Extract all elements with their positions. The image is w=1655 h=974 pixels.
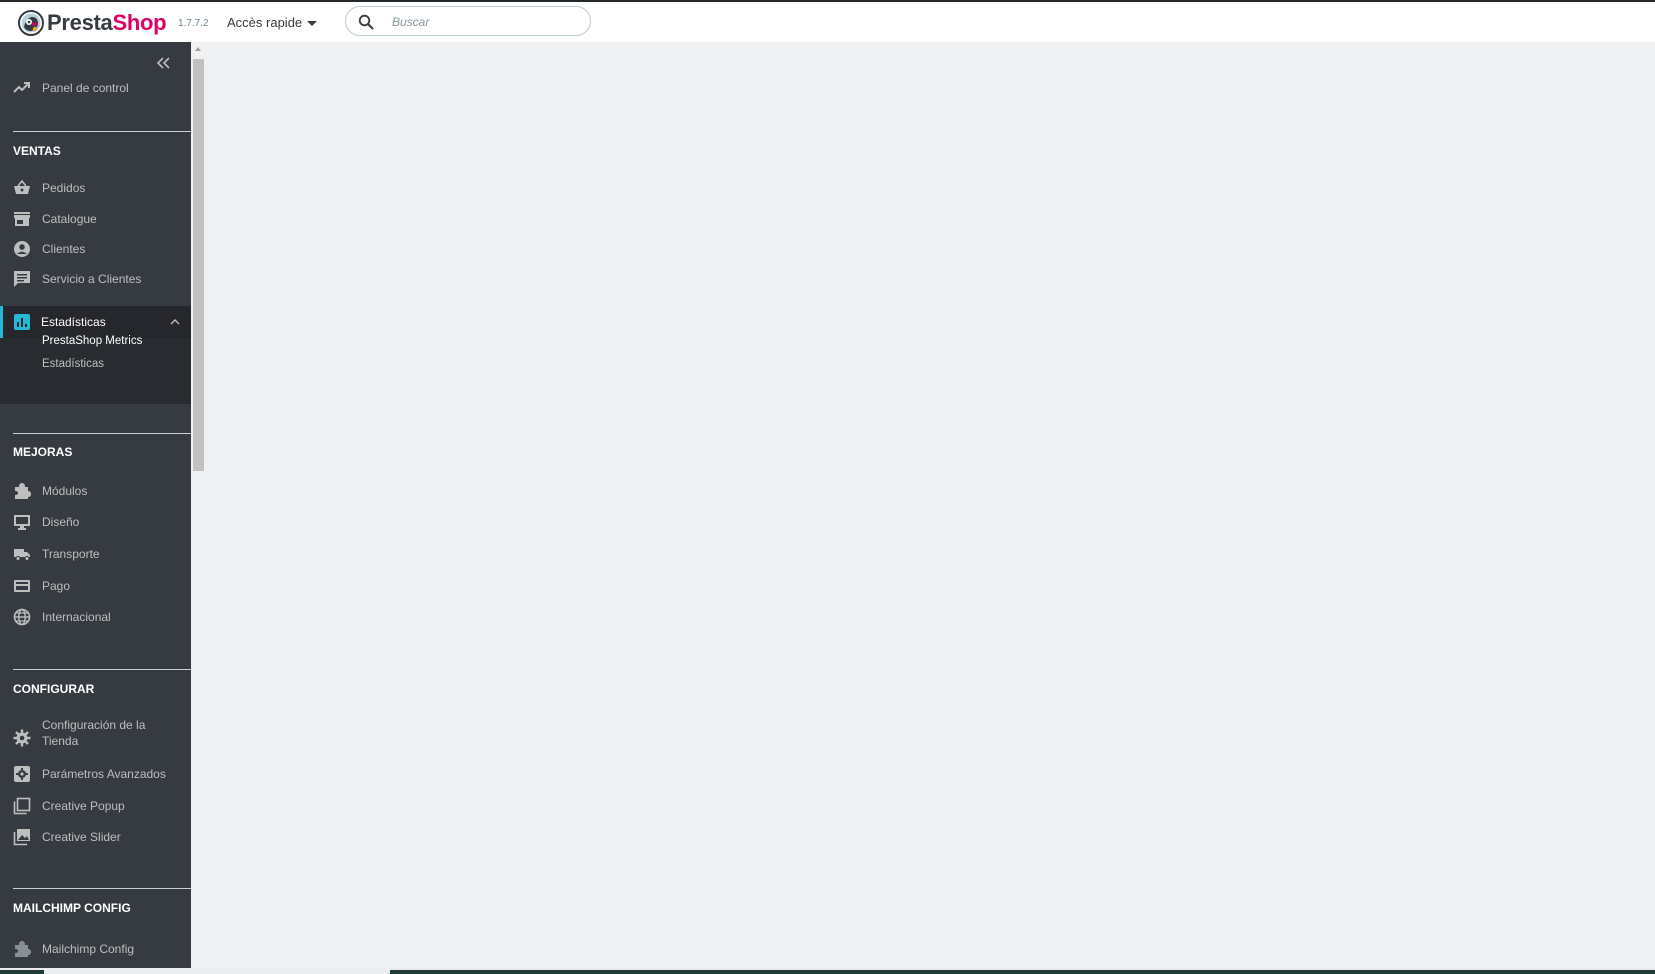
bottom-progress-bar — [0, 968, 1655, 974]
desktop-icon — [14, 515, 30, 530]
sidebar-item-creative-popup[interactable]: Creative Popup — [0, 791, 191, 821]
sidebar-item-label: Clientes — [42, 242, 86, 256]
brand-name: PrestaShop — [47, 10, 167, 35]
sidebar-item-label: Parámetros Avanzados — [42, 767, 166, 781]
bar-chart-icon — [14, 314, 30, 330]
search-input[interactable] — [390, 11, 584, 33]
sidebar-scrollbar[interactable] — [191, 42, 206, 974]
settings-box-icon — [14, 766, 30, 782]
section-title-configurar: CONFIGURAR — [13, 682, 95, 696]
chevron-up-icon — [170, 319, 180, 325]
progress-segment — [0, 970, 44, 974]
section-divider — [13, 131, 191, 132]
active-indicator — [0, 306, 3, 338]
progress-segment — [390, 970, 1655, 974]
sidebar-item-label: Mailchimp Config — [42, 942, 135, 956]
section-divider — [13, 669, 191, 670]
sidebar-item-mailchimp-config[interactable]: Mailchimp Config — [0, 934, 191, 964]
sidebar-item-label: Pedidos — [42, 181, 86, 195]
sidebar-item-configuracion[interactable]: Configuración de la Tienda — [0, 713, 191, 753]
sidebar-item-label: Servicio a Clientes — [42, 272, 142, 286]
store-icon — [14, 212, 30, 226]
quick-access-dropdown[interactable]: Accès rapide — [227, 15, 318, 30]
gear-icon — [13, 729, 31, 747]
sidebar-item-label: Configuración de la Tienda — [42, 718, 146, 748]
sidebar-item-servicio[interactable]: Servicio a Clientes — [0, 264, 191, 294]
sidebar-item-internacional[interactable]: Internacional — [0, 602, 191, 632]
sidebar-item-clientes[interactable]: Clientes — [0, 234, 191, 264]
credit-card-icon — [14, 580, 30, 592]
prestashop-logo[interactable]: PrestaShop — [18, 9, 167, 37]
puzzle-icon — [15, 483, 31, 499]
search-icon — [358, 14, 374, 30]
sidebar-item-label: Catalogue — [42, 212, 97, 226]
chat-icon — [14, 271, 30, 287]
sidebar-item-pedidos[interactable]: Pedidos — [0, 173, 191, 203]
sidebar-item-label: Pago — [42, 579, 71, 593]
version-label: 1.7.7.2 — [178, 18, 209, 29]
search-box[interactable] — [345, 6, 591, 36]
top-header: PrestaShop 1.7.7.2 Accès rapide — [0, 2, 1655, 43]
sidebar-item-catalogue[interactable]: Catalogue — [0, 204, 191, 234]
basket-icon — [14, 179, 30, 194]
sidebar-item-parametros[interactable]: Parámetros Avanzados — [0, 759, 191, 789]
sidebar-item-label: Diseño — [42, 515, 80, 529]
sidebar-item-label: Creative Slider — [42, 830, 121, 844]
sidebar-item-label: Internacional — [42, 610, 111, 624]
quick-access-label: Accès rapide — [227, 15, 303, 30]
submenu-item-estadisticas[interactable]: Estadísticas — [42, 358, 104, 370]
submenu-item-prestashop-metrics[interactable]: PrestaShop Metrics — [42, 335, 142, 347]
puzzle-icon — [15, 941, 31, 957]
section-title-ventas: VENTAS — [13, 144, 61, 158]
section-title-mailchimp-config: MAILCHIMP CONFIG — [13, 901, 131, 915]
scroll-up-arrow-icon[interactable] — [195, 47, 201, 51]
sidebar-item-label: Panel de control — [42, 81, 129, 95]
sidebar-item-pago[interactable]: Pago — [0, 571, 191, 601]
sidebar-item-transporte[interactable]: Transporte — [0, 539, 191, 569]
truck-icon — [14, 549, 30, 561]
sidebar-item-label: Módulos — [42, 484, 88, 498]
sidebar-item-label: Creative Popup — [42, 799, 125, 813]
sidebar-item-creative-slider[interactable]: Creative Slider — [0, 822, 191, 852]
account-circle-icon — [14, 241, 30, 257]
sidebar-item-estadisticas[interactable]: Estadísticas — [0, 306, 191, 338]
sidebar-item-label: Estadísticas — [41, 315, 106, 329]
section-divider — [13, 888, 191, 889]
sidebar-item-label: Transporte — [42, 547, 100, 561]
scrollbar-thumb[interactable] — [193, 59, 204, 471]
caret-down-icon — [307, 21, 318, 26]
library-icon — [13, 797, 31, 815]
main-content-area — [206, 42, 1655, 974]
collapse-sidebar-icon[interactable] — [155, 56, 171, 70]
sidebar-item-diseno[interactable]: Diseño — [0, 507, 191, 537]
sidebar-item-dashboard[interactable]: Panel de control — [0, 73, 191, 103]
section-divider — [13, 433, 191, 434]
image-icon — [13, 829, 30, 846]
sidebar: Panel de control VENTAS Pedidos Catalogu… — [0, 42, 191, 974]
trending-up-icon — [13, 82, 30, 93]
sidebar-item-modulos[interactable]: Módulos — [0, 476, 191, 506]
globe-icon — [13, 608, 31, 626]
section-title-mejoras: MEJORAS — [13, 445, 73, 459]
puffin-logo-icon — [18, 10, 44, 36]
